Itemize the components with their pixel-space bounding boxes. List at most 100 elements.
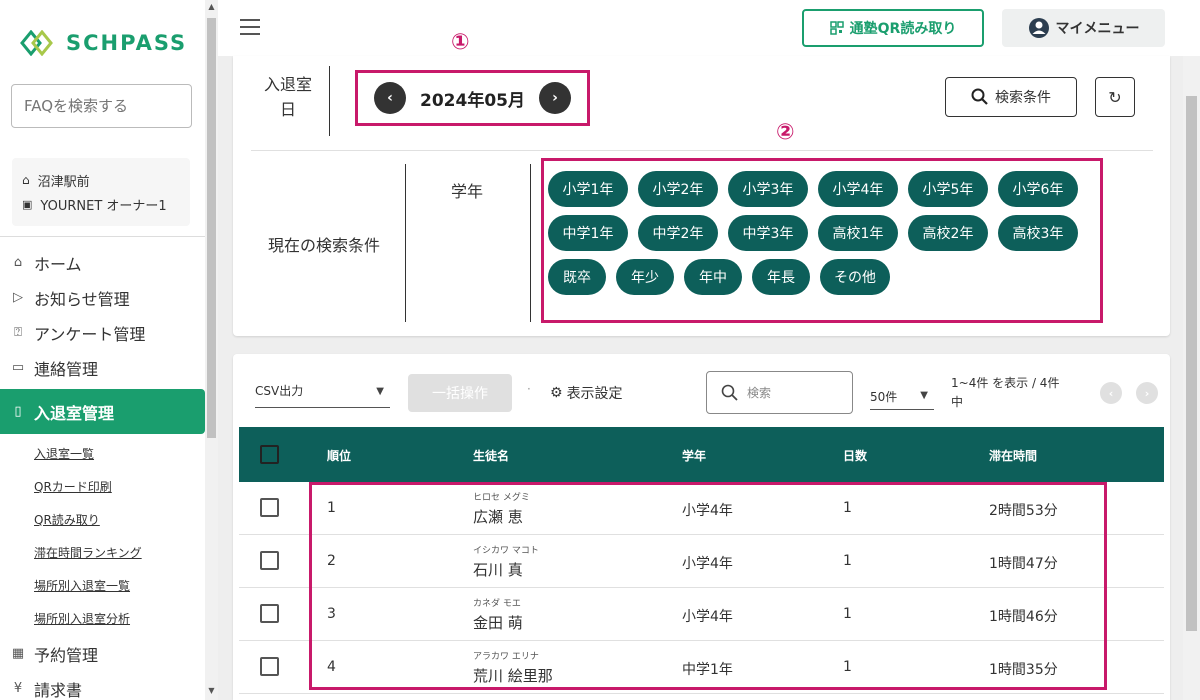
account-circle-icon — [1028, 18, 1049, 38]
sidebar-item-entry[interactable]: ▯ 入退室管理 — [0, 389, 205, 434]
csv-export-select[interactable]: CSV出力 ▼ — [255, 374, 390, 408]
current-month: 2024年05月 — [420, 90, 525, 111]
sidebar-item-news[interactable]: ▷ お知らせ管理 — [0, 280, 205, 315]
header-days[interactable]: 日数 — [843, 447, 867, 464]
display-settings-label: 表示設定 — [566, 386, 623, 402]
csv-export-label: CSV出力 — [255, 384, 304, 398]
per-page-select[interactable]: 50件 ▼ — [870, 382, 934, 410]
grade-chip[interactable]: 小学6年 — [998, 171, 1078, 207]
logo-text: SCHPASS — [66, 31, 188, 55]
row-checkbox[interactable] — [260, 604, 279, 623]
refresh-icon: ↻ — [1108, 87, 1122, 107]
next-page-button[interactable]: › — [1136, 382, 1158, 404]
sidebar-subitem-location-analysis[interactable]: 場所別入退室分析 — [0, 603, 205, 636]
user-name: YOURNET オーナー1 — [40, 198, 167, 214]
row-checkbox[interactable] — [260, 498, 279, 517]
sidebar-scrollbar[interactable]: ▲ ▼ — [205, 0, 218, 700]
search-conditions-button[interactable]: 検索条件 — [945, 77, 1077, 117]
grade-chips: 小学1年 小学2年 小学3年 小学4年 小学5年 小学6年中学1年 中学2年 中学3年 高校1年… — [548, 171, 1096, 295]
yen-icon: ¥ — [13, 681, 23, 696]
divider — [405, 164, 406, 322]
search-placeholder: 検索 — [747, 386, 772, 400]
sidebar-item-label: 請求書 — [34, 680, 83, 700]
next-month-button[interactable]: › — [538, 82, 571, 114]
sidebar-item-label: 入退室管理 — [34, 403, 115, 423]
search-icon — [971, 88, 988, 105]
header-grade[interactable]: 学年 — [682, 447, 706, 464]
qr-code-icon — [829, 21, 844, 35]
sidebar-subitem-qr-print[interactable]: QRカード印刷 — [0, 471, 205, 504]
annotation-2: ② — [776, 120, 795, 145]
door-icon: ▯ — [14, 404, 22, 419]
prev-page-button[interactable]: ‹ — [1100, 382, 1122, 404]
bulk-action-button[interactable]: 一括操作 — [408, 374, 512, 412]
home-icon: ⌂ — [22, 173, 30, 187]
schpass-logo-icon — [20, 30, 53, 56]
grade-chip[interactable]: 高校2年 — [908, 215, 988, 251]
sidebar-item-survey[interactable]: ⍰ アンケート管理 — [0, 315, 205, 350]
grade-chip[interactable]: その他 — [820, 259, 890, 295]
sidebar-subitem-entry-list[interactable]: 入退室一覧 — [0, 438, 205, 471]
grade-chip[interactable]: 小学3年 — [728, 171, 808, 207]
id-card-icon: ▣ — [22, 197, 33, 211]
main-scroll-thumb[interactable] — [1186, 96, 1197, 631]
pagination-count: 1~4件 を表示 / 4件中 — [951, 376, 1060, 409]
divider — [251, 150, 1153, 151]
caret-down-icon: ▼ — [920, 390, 928, 401]
grade-chip[interactable]: 高校3年 — [998, 215, 1078, 251]
sidebar-subitem-ranking[interactable]: 滞在時間ランキング — [0, 537, 205, 570]
sidebar-nav: ⌂ ホーム ▷ お知らせ管理 ⍰ アンケート管理 ▭ 連絡管理 ▯ 入退室管理 … — [0, 245, 205, 700]
qr-read-button[interactable]: 通塾QR読み取り — [802, 9, 984, 47]
sidebar-item-label: アンケート管理 — [34, 324, 146, 344]
grade-chip[interactable]: 既卒 — [548, 259, 606, 295]
row-checkbox[interactable] — [260, 657, 279, 676]
search-conditions-label: 検索条件 — [995, 90, 1051, 106]
sidebar-scroll-thumb[interactable] — [207, 18, 216, 438]
survey-icon: ⍰ — [14, 325, 22, 340]
logo[interactable]: SCHPASS — [20, 30, 187, 56]
table-search-input[interactable]: 検索 — [706, 371, 853, 414]
header-rank[interactable]: 順位 — [327, 447, 351, 464]
sidebar-subitem-qr-read[interactable]: QR読み取り — [0, 504, 205, 537]
my-menu-button[interactable]: マイメニュー — [1002, 9, 1165, 47]
top-header: 通塾QR読み取り マイメニュー — [218, 0, 1200, 56]
sidebar-item-label: ホーム — [34, 254, 82, 274]
display-settings-button[interactable]: ⚙ 表示設定 — [550, 383, 623, 403]
chat-icon: ▭ — [11, 360, 25, 375]
sidebar-item-reserve[interactable]: ▦ 予約管理 — [0, 636, 205, 671]
main-scrollbar[interactable] — [1183, 56, 1200, 700]
scroll-up-icon[interactable]: ▲ — [205, 2, 218, 11]
send-icon: ▷ — [13, 290, 23, 305]
select-all-checkbox[interactable] — [260, 445, 279, 464]
grade-chip[interactable]: 小学1年 — [548, 171, 628, 207]
refresh-button[interactable]: ↻ — [1095, 77, 1135, 117]
caret-down-icon: ▼ — [376, 386, 384, 397]
sidebar-subitem-location-list[interactable]: 場所別入退室一覧 — [0, 570, 205, 603]
chevron-left-icon: ‹ — [387, 90, 393, 106]
header-stay-time[interactable]: 滞在時間 — [989, 447, 1037, 464]
grade-chip[interactable]: 中学2年 — [638, 215, 718, 251]
row-checkbox[interactable] — [260, 551, 279, 570]
grade-label: 学年 — [451, 182, 484, 201]
gear-icon: ⚙ — [550, 385, 563, 401]
grade-chip[interactable]: 高校1年 — [818, 215, 898, 251]
grade-chip[interactable]: 年中 — [684, 259, 742, 295]
grade-chip[interactable]: 中学3年 — [728, 215, 808, 251]
sidebar-item-label: 予約管理 — [34, 645, 99, 665]
chevron-right-icon: › — [1144, 386, 1150, 400]
menu-icon[interactable] — [240, 19, 260, 35]
sidebar-item-contact[interactable]: ▭ 連絡管理 — [0, 350, 205, 385]
scroll-down-icon[interactable]: ▼ — [205, 686, 218, 695]
header-student-name[interactable]: 生徒名 — [473, 447, 509, 464]
sidebar-item-billing[interactable]: ¥ 請求書 — [0, 671, 205, 700]
prev-month-button[interactable]: ‹ — [374, 82, 406, 114]
sidebar-item-home[interactable]: ⌂ ホーム — [0, 245, 205, 280]
grade-chip[interactable]: 年少 — [616, 259, 674, 295]
grade-chip[interactable]: 小学4年 — [818, 171, 898, 207]
user-row: ▣ YOURNET オーナー1 — [22, 192, 180, 216]
grade-chip[interactable]: 小学2年 — [638, 171, 718, 207]
grade-chip[interactable]: 年長 — [752, 259, 810, 295]
grade-chip[interactable]: 中学1年 — [548, 215, 628, 251]
faq-search-input[interactable] — [11, 84, 192, 128]
grade-chip[interactable]: 小学5年 — [908, 171, 988, 207]
